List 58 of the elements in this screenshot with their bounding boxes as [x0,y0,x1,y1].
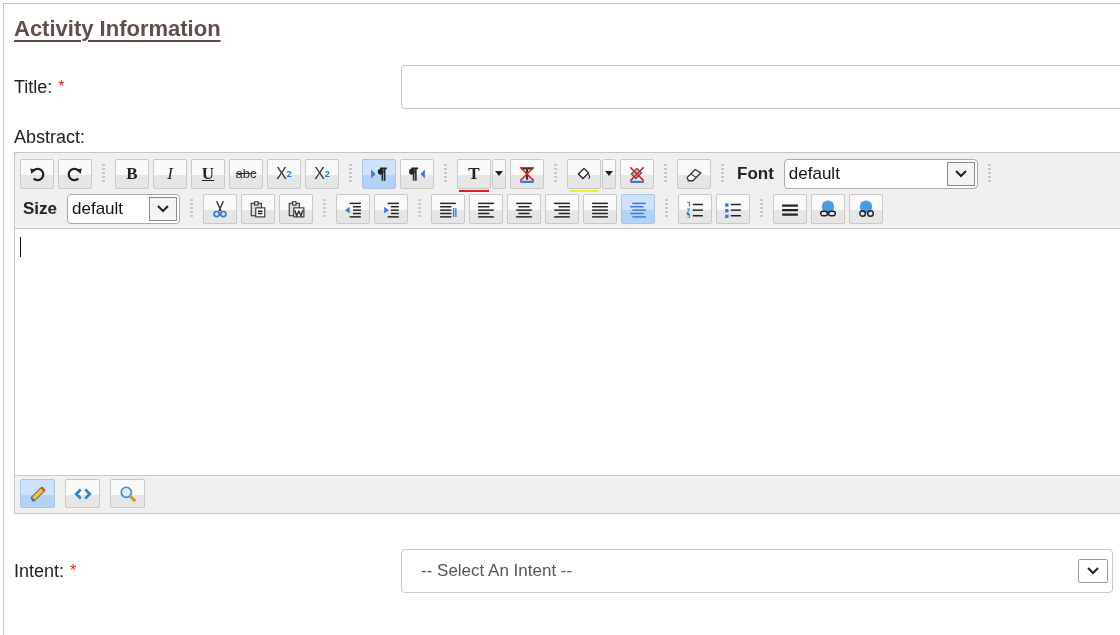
required-mark: * [58,78,65,96]
bulleted-list-button[interactable] [716,193,751,224]
clear-format-button[interactable] [677,158,711,189]
outdent-button[interactable] [336,193,371,224]
highlight-color-button[interactable] [567,158,601,189]
html-mode-button[interactable] [65,479,100,508]
align-right-button[interactable] [545,193,580,224]
right-to-left-button[interactable] [400,158,434,189]
title-input[interactable] [401,65,1120,109]
remove-link-button[interactable] [849,193,884,224]
strikethrough-button[interactable]: abc [229,158,263,189]
align-right-paragraph-button[interactable] [431,193,466,224]
numbered-list-icon [686,199,705,218]
section-heading: Activity Information [14,15,221,42]
remove-highlight-icon [628,164,646,183]
paste-button[interactable] [241,193,276,224]
remove-text-color-icon [518,164,536,183]
field-label: Title: [14,76,53,98]
field-label: Abstract: [14,127,86,148]
italic-button[interactable]: I [153,158,187,189]
bold-button[interactable]: B [115,158,149,189]
justify-button[interactable] [583,193,618,224]
underline-button[interactable]: U [191,158,225,189]
left-to-right-button[interactable] [362,158,396,189]
field-label: Intent: [14,560,65,582]
pencil-icon [28,484,47,503]
insert-link-button[interactable] [811,193,846,224]
indent-button[interactable] [374,193,409,224]
chevron-icon [149,196,178,221]
remove-highlight-button[interactable] [620,158,654,189]
design-mode-button[interactable] [20,479,55,508]
chevron-icon [1078,559,1108,583]
link-icon [819,199,838,218]
numbered-list-button[interactable] [678,193,713,224]
toolbar-label: Size [23,198,58,219]
horizontal-rule-button[interactable] [773,193,808,224]
unlink-icon [857,199,876,218]
text-cursor [20,237,21,257]
size-select[interactable]: default [67,193,181,224]
cut-button[interactable] [203,193,238,224]
font-select[interactable]: default [783,158,978,189]
remove-text-color-button[interactable] [510,158,544,189]
preview-button[interactable] [110,479,145,508]
redo-button[interactable] [58,158,92,189]
chevron-icon [946,161,975,186]
paste-from-word-button[interactable] [279,193,314,224]
required-mark: * [70,562,77,580]
align-left-button[interactable] [469,193,504,224]
justify-full-button[interactable] [621,193,656,224]
search-icon [118,484,137,503]
undo-button[interactable] [20,158,54,189]
toolbar-label: Font [737,163,774,184]
align-center-button[interactable] [507,193,542,224]
paste-icon [249,199,268,218]
paste-word-icon [287,199,306,218]
text-color-button[interactable]: T [457,158,491,189]
cut-icon [211,199,230,218]
intent-select[interactable]: -- Select An Intent -- [401,549,1113,593]
